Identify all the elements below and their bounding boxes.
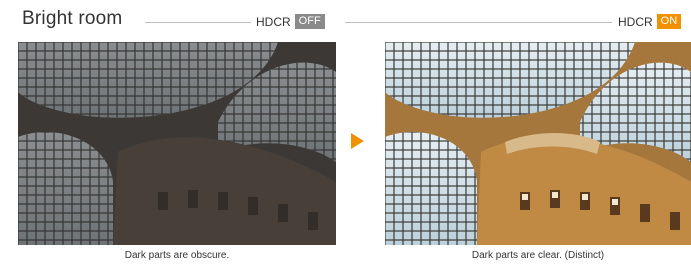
off-badge: OFF [294,14,325,29]
page-title: Bright room [22,8,123,29]
caption-off: Dark parts are obscure. [124,250,230,261]
gallery-photo-bright [385,42,691,245]
hdcr-on-label: HDCR ON [618,14,682,29]
divider-line [145,22,251,23]
caption-on: Dark parts are clear. (Distinct) [471,250,605,261]
dark-overlay [18,42,336,245]
divider-line [345,22,612,23]
hdcr-off-label: HDCR OFF [256,14,325,29]
hdcr-label: HDCR [618,14,653,29]
photo-hdcr-on [385,42,691,245]
on-badge: ON [656,14,682,29]
hdcr-label: HDCR [256,14,291,29]
photo-hdcr-off [18,42,336,245]
arrow-right-icon [351,133,364,149]
